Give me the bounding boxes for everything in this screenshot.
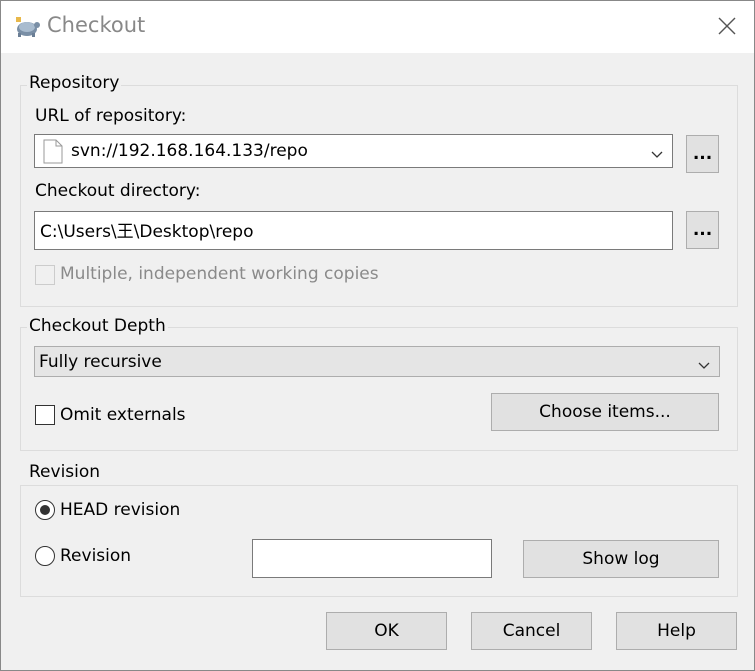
url-browse-button[interactable]: ...: [686, 135, 719, 173]
close-icon[interactable]: [714, 13, 740, 39]
checkout-dir-value: C:\Users\王\Desktop\repo: [40, 222, 254, 242]
revision-input[interactable]: [252, 539, 492, 578]
multiple-working-copies-label: Multiple, independent working copies: [60, 264, 379, 284]
radio-selected-dot: [40, 505, 50, 515]
choose-items-button[interactable]: Choose items...: [491, 393, 719, 431]
head-revision-radio[interactable]: [35, 500, 55, 520]
url-combobox[interactable]: svn://192.168.164.133/repo: [34, 134, 673, 168]
checkout-dialog: Checkout Repository URL of repository: s…: [0, 0, 755, 671]
depth-select[interactable]: Fully recursive: [34, 346, 720, 377]
show-log-button[interactable]: Show log: [523, 540, 719, 578]
checkout-depth-group-title: Checkout Depth: [27, 316, 168, 336]
dir-browse-button[interactable]: ...: [686, 211, 719, 249]
chevron-down-icon[interactable]: [650, 145, 664, 165]
checkout-dir-label: Checkout directory:: [35, 181, 201, 201]
head-revision-label: HEAD revision: [60, 500, 181, 520]
revision-group-title: Revision: [27, 462, 103, 482]
window-title: Checkout: [47, 13, 146, 37]
title-bar: Checkout: [1, 1, 754, 53]
checkout-dir-input[interactable]: C:\Users\王\Desktop\repo: [34, 211, 673, 250]
file-icon: [43, 139, 63, 169]
tortoise-icon: [13, 14, 41, 40]
repository-group-title: Repository: [27, 73, 122, 93]
revision-radio[interactable]: [35, 546, 55, 566]
url-value: svn://192.168.164.133/repo: [71, 141, 308, 161]
omit-externals-label: Omit externals: [60, 405, 186, 425]
cancel-button[interactable]: Cancel: [471, 612, 592, 650]
omit-externals-checkbox[interactable]: [35, 405, 55, 425]
chevron-down-icon[interactable]: [697, 356, 711, 376]
ok-button[interactable]: OK: [326, 612, 447, 650]
multiple-working-copies-checkbox[interactable]: [35, 265, 55, 285]
depth-selected-value: Fully recursive: [39, 352, 162, 372]
url-label: URL of repository:: [35, 106, 187, 126]
revision-label: Revision: [60, 546, 132, 566]
help-button[interactable]: Help: [616, 612, 737, 650]
